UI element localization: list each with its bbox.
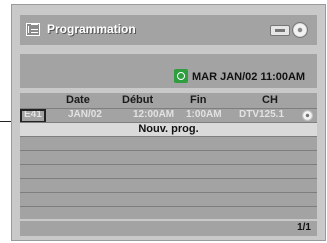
empty-row[interactable] xyxy=(20,192,317,206)
list-menu-icon xyxy=(26,23,40,36)
selection-highlight xyxy=(20,109,46,123)
vcr-icon xyxy=(270,25,290,36)
column-header-start: Début xyxy=(122,94,154,106)
date-time-bar: MAR JAN/02 11:00AM xyxy=(20,54,317,88)
column-header-end: Fin xyxy=(190,94,207,106)
empty-row[interactable] xyxy=(20,178,317,192)
page-number: 1/1 xyxy=(297,222,311,233)
column-header-channel: CH xyxy=(262,94,278,106)
program-row[interactable]: E41 JAN/02 12:00AM 1:00AM DTV125.1 xyxy=(20,108,317,123)
timer-clock-icon xyxy=(174,69,188,83)
program-end: 1:00AM xyxy=(186,109,222,120)
empty-row[interactable] xyxy=(20,136,317,150)
disc-icon xyxy=(292,22,308,38)
current-datetime: MAR JAN/02 11:00AM xyxy=(192,71,306,83)
empty-row[interactable] xyxy=(20,206,317,219)
page-title: Programmation xyxy=(47,22,136,36)
program-start: 12:00AM xyxy=(133,109,175,120)
empty-row[interactable] xyxy=(20,150,317,164)
new-program-label: Nouv. prog. xyxy=(138,123,199,135)
page-indicator-bar: 1/1 xyxy=(20,221,317,236)
column-header-date: Date xyxy=(66,94,90,106)
program-list: Date Début Fin CH E41 JAN/02 12:00AM 1:0… xyxy=(20,93,317,219)
program-channel: DTV125.1 xyxy=(239,109,285,120)
new-program-row[interactable]: Nouv. prog. xyxy=(20,122,317,136)
title-bar: Programmation xyxy=(20,15,317,45)
program-date: JAN/02 xyxy=(68,109,102,120)
empty-row[interactable] xyxy=(20,164,317,178)
disc-icon xyxy=(302,110,313,121)
timer-programming-screen: Programmation MAR JAN/02 11:00AM Date Dé… xyxy=(11,4,326,241)
